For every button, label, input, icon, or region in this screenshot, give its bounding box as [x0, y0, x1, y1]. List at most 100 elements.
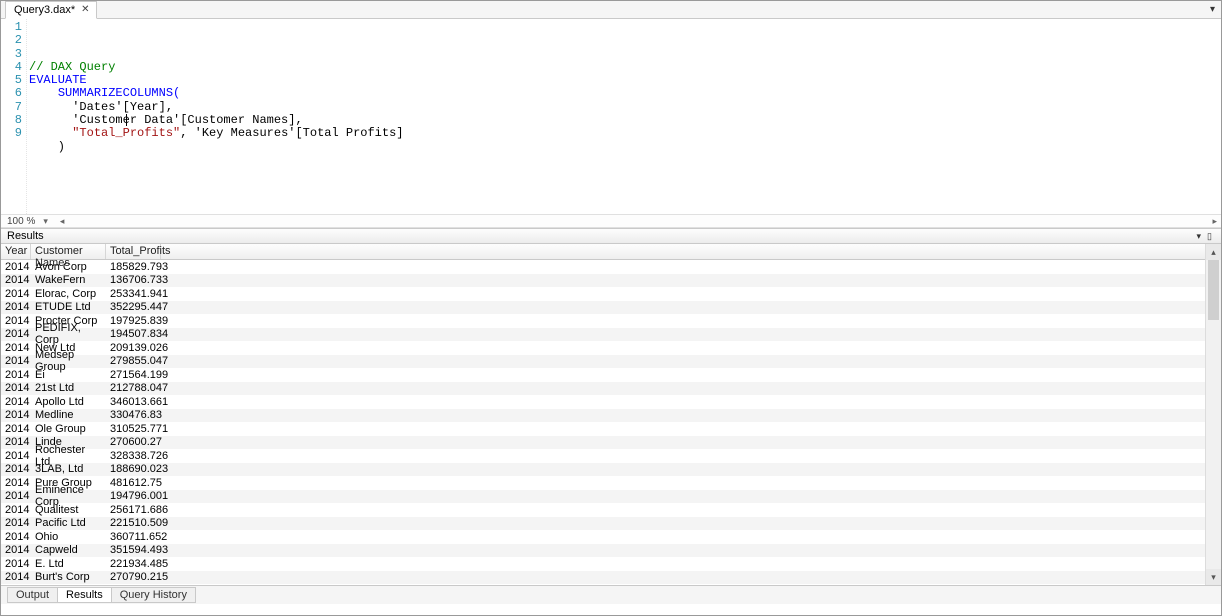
cell-total-profits: 352295.447 [106, 301, 161, 313]
table-row[interactable]: 2014Pure Group481612.75 [1, 476, 1205, 490]
cell-total-profits: 209139.026 [106, 342, 161, 354]
cell-total-profits: 221510.509 [106, 517, 161, 529]
results-panel-title: Results [7, 230, 1194, 242]
cell-total-profits: 346013.661 [106, 396, 161, 408]
scroll-thumb[interactable] [1208, 260, 1219, 320]
cell-year: 2014 [1, 328, 31, 340]
table-row[interactable]: 2014Ei271564.199 [1, 368, 1205, 382]
table-row[interactable]: 2014Avon Corp185829.793 [1, 260, 1205, 274]
cell-year: 2014 [1, 301, 31, 313]
table-row[interactable]: 2014WakeFern136706.733 [1, 274, 1205, 288]
code-line[interactable] [29, 167, 1221, 180]
cell-customer-name: Apollo Ltd [31, 396, 106, 408]
table-row[interactable]: 2014Eminence Corp194796.001 [1, 490, 1205, 504]
code-line[interactable] [29, 154, 1221, 167]
table-row[interactable]: 20143LAB, Ltd188690.023 [1, 463, 1205, 477]
hscroll-right-icon[interactable]: ▸ [1208, 216, 1221, 227]
zoom-level[interactable]: 100 % [7, 216, 35, 227]
col-header-profits[interactable]: Total_Profits [106, 244, 161, 259]
cell-year: 2014 [1, 423, 31, 435]
table-row[interactable]: 2014ETUDE Ltd352295.447 [1, 301, 1205, 315]
cell-year: 2014 [1, 355, 31, 367]
table-row[interactable]: 2014Apollo Ltd346013.661 [1, 395, 1205, 409]
table-row[interactable]: 2014E. Ltd221934.485 [1, 557, 1205, 571]
col-header-year[interactable]: Year [1, 244, 31, 259]
table-row[interactable]: 2014Elorac, Corp253341.941 [1, 287, 1205, 301]
cell-year: 2014 [1, 315, 31, 327]
table-row[interactable]: 2014Procter Corp197925.839 [1, 314, 1205, 328]
code-line[interactable]: 'Dates'[Year], [29, 101, 1221, 114]
table-row[interactable]: 2014Pacific Ltd221510.509 [1, 517, 1205, 531]
table-row[interactable]: 2014Medsep Group279855.047 [1, 355, 1205, 369]
table-row[interactable]: 2014New Ltd209139.026 [1, 341, 1205, 355]
cell-customer-name: E. Ltd [31, 558, 106, 570]
table-row[interactable]: 2014Medline330476.83 [1, 409, 1205, 423]
close-icon[interactable]: ✕ [81, 5, 89, 15]
cell-year: 2014 [1, 274, 31, 286]
cell-year: 2014 [1, 477, 31, 489]
code-line[interactable]: 'Customer Data'[Customer Names], [29, 114, 1221, 127]
tab-results[interactable]: Results [57, 587, 112, 603]
cell-total-profits: 188690.023 [106, 463, 161, 475]
line-number-gutter: 123456789 [1, 19, 27, 214]
scroll-track[interactable] [1206, 260, 1221, 569]
cell-total-profits: 197925.839 [106, 315, 161, 327]
cell-customer-name: Avon Corp [31, 261, 106, 273]
cell-total-profits: 360711.652 [106, 531, 161, 543]
code-line[interactable]: "Total_Profits", 'Key Measures'[Total Pr… [29, 127, 1221, 140]
table-row[interactable]: 2014Linde270600.27 [1, 436, 1205, 450]
line-number: 2 [1, 34, 22, 47]
table-row[interactable]: 2014Burt's Corp270790.215 [1, 571, 1205, 585]
code-line[interactable]: EVALUATE [29, 74, 1221, 87]
cell-year: 2014 [1, 342, 31, 354]
cell-total-profits: 253341.941 [106, 288, 161, 300]
panel-dropdown-icon[interactable]: ▾ [1194, 231, 1205, 242]
vertical-scrollbar[interactable]: ▴ ▾ [1205, 244, 1221, 585]
col-header-custname[interactable]: Customer Names [31, 244, 106, 259]
cell-customer-name: Elorac, Corp [31, 288, 106, 300]
cell-customer-name: Ohio [31, 531, 106, 543]
table-row[interactable]: 2014Rochester Ltd328338.726 [1, 449, 1205, 463]
cell-year: 2014 [1, 558, 31, 570]
cell-total-profits: 279855.047 [106, 355, 161, 367]
tab-output[interactable]: Output [7, 587, 58, 603]
table-row[interactable]: 2014Ole Group310525.771 [1, 422, 1205, 436]
cell-total-profits: 330476.83 [106, 409, 161, 421]
code-line[interactable]: ) [29, 141, 1221, 154]
table-row[interactable]: 2014Ohio360711.652 [1, 530, 1205, 544]
panel-pin-icon[interactable]: ▯ [1204, 231, 1215, 242]
code-line[interactable]: // DAX Query [29, 61, 1221, 74]
cell-customer-name: Ei [31, 369, 106, 381]
cell-year: 2014 [1, 409, 31, 421]
tab-history[interactable]: Query History [111, 587, 196, 603]
cell-customer-name: 21st Ltd [31, 382, 106, 394]
table-row[interactable]: 2014PEDIFIX, Corp194507.834 [1, 328, 1205, 342]
results-grid[interactable]: Year Customer Names Total_Profits 2014Av… [1, 244, 1205, 585]
code-line[interactable]: SUMMARIZECOLUMNS( [29, 87, 1221, 100]
cell-total-profits: 328338.726 [106, 450, 161, 462]
cell-total-profits: 194507.834 [106, 328, 161, 340]
window-options-icon[interactable]: ▾ [1210, 4, 1215, 15]
cell-year: 2014 [1, 369, 31, 381]
code-editor[interactable]: 123456789 // DAX QueryEVALUATE SUMMARIZE… [1, 19, 1221, 214]
zoom-dropdown-icon[interactable]: ▾ [39, 216, 52, 227]
cell-year: 2014 [1, 450, 31, 462]
table-row[interactable]: 201421st Ltd212788.047 [1, 382, 1205, 396]
cell-year: 2014 [1, 396, 31, 408]
cell-total-profits: 270790.215 [106, 571, 161, 583]
cell-customer-name: Medline [31, 409, 106, 421]
cell-total-profits: 136706.733 [106, 274, 161, 286]
table-row[interactable]: 2014Capweld351594.493 [1, 544, 1205, 558]
text-cursor [126, 114, 127, 126]
scroll-up-icon[interactable]: ▴ [1206, 244, 1221, 260]
code-area[interactable]: // DAX QueryEVALUATE SUMMARIZECOLUMNS( '… [27, 19, 1221, 214]
cell-year: 2014 [1, 436, 31, 448]
line-number: 7 [1, 101, 22, 114]
hscroll-left-icon[interactable]: ◂ [56, 216, 69, 227]
line-number: 6 [1, 87, 22, 100]
cell-total-profits: 212788.047 [106, 382, 161, 394]
file-tab[interactable]: Query3.dax* ✕ [5, 1, 97, 19]
table-row[interactable]: 2014Qualitest256171.686 [1, 503, 1205, 517]
scroll-down-icon[interactable]: ▾ [1206, 569, 1221, 585]
cell-customer-name: ETUDE Ltd [31, 301, 106, 313]
